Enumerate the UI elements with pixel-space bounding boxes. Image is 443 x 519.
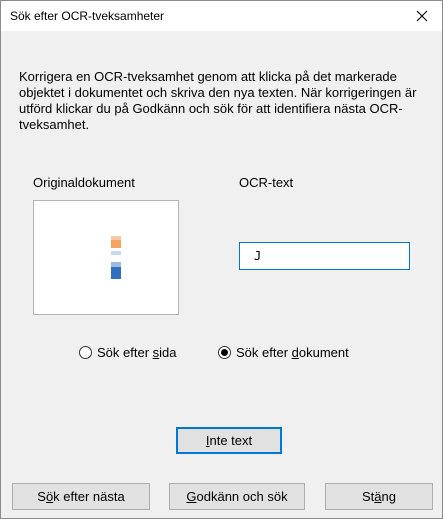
label-part: S xyxy=(37,489,46,504)
label-part: Sök efter xyxy=(97,344,153,360)
original-document-preview[interactable] xyxy=(33,200,179,315)
not-text-button[interactable]: Inte text xyxy=(176,427,282,454)
radio-search-page[interactable]: Sök efter sida xyxy=(79,342,177,362)
original-document-label: Originaldokument xyxy=(33,175,135,190)
mnemonic-letter: d xyxy=(291,344,299,360)
label-part: Sök efter xyxy=(236,344,292,360)
label-part: k efter nästa xyxy=(53,489,125,504)
ocr-text-label: OCR-text xyxy=(239,175,294,190)
instructions-text: Korrigera en OCR-tveksamhet genom att kl… xyxy=(19,69,417,132)
approve-and-search-button[interactable]: Godkänn och sök xyxy=(169,483,305,510)
find-next-button[interactable]: Sök efter nästa xyxy=(12,483,150,510)
ocr-text-field[interactable] xyxy=(239,242,410,270)
label-part: ida xyxy=(159,344,177,360)
radio-search-document-indicator[interactable] xyxy=(218,345,231,359)
mnemonic-letter: ä xyxy=(374,489,382,504)
mnemonic-letter: G xyxy=(186,489,197,504)
radio-search-page-indicator[interactable] xyxy=(79,345,92,359)
close-button[interactable]: St ä ng xyxy=(325,483,433,510)
label-part: St xyxy=(362,489,375,504)
label-part: ng xyxy=(381,489,396,504)
close-x-glyph xyxy=(416,10,428,22)
label-part: odkänn och sök xyxy=(196,489,288,504)
label-part: nte text xyxy=(209,433,253,448)
radio-search-document-label: Sök efter dokument xyxy=(236,345,349,360)
title-bar[interactable]: Sök efter OCR-tveksamheter xyxy=(1,1,442,31)
window-title: Sök efter OCR-tveksamheter xyxy=(10,9,165,23)
close-icon[interactable] xyxy=(402,1,442,31)
radio-search-page-label: Sök efter sida xyxy=(97,345,177,360)
radio-search-document[interactable]: Sök efter dokument xyxy=(218,342,349,362)
document-snippet-image xyxy=(111,236,121,279)
ocr-dialog: Sök efter OCR-tveksamheter Korrigera en … xyxy=(0,0,443,519)
label-part: okument xyxy=(298,344,349,360)
mnemonic-letter: ö xyxy=(45,489,54,504)
